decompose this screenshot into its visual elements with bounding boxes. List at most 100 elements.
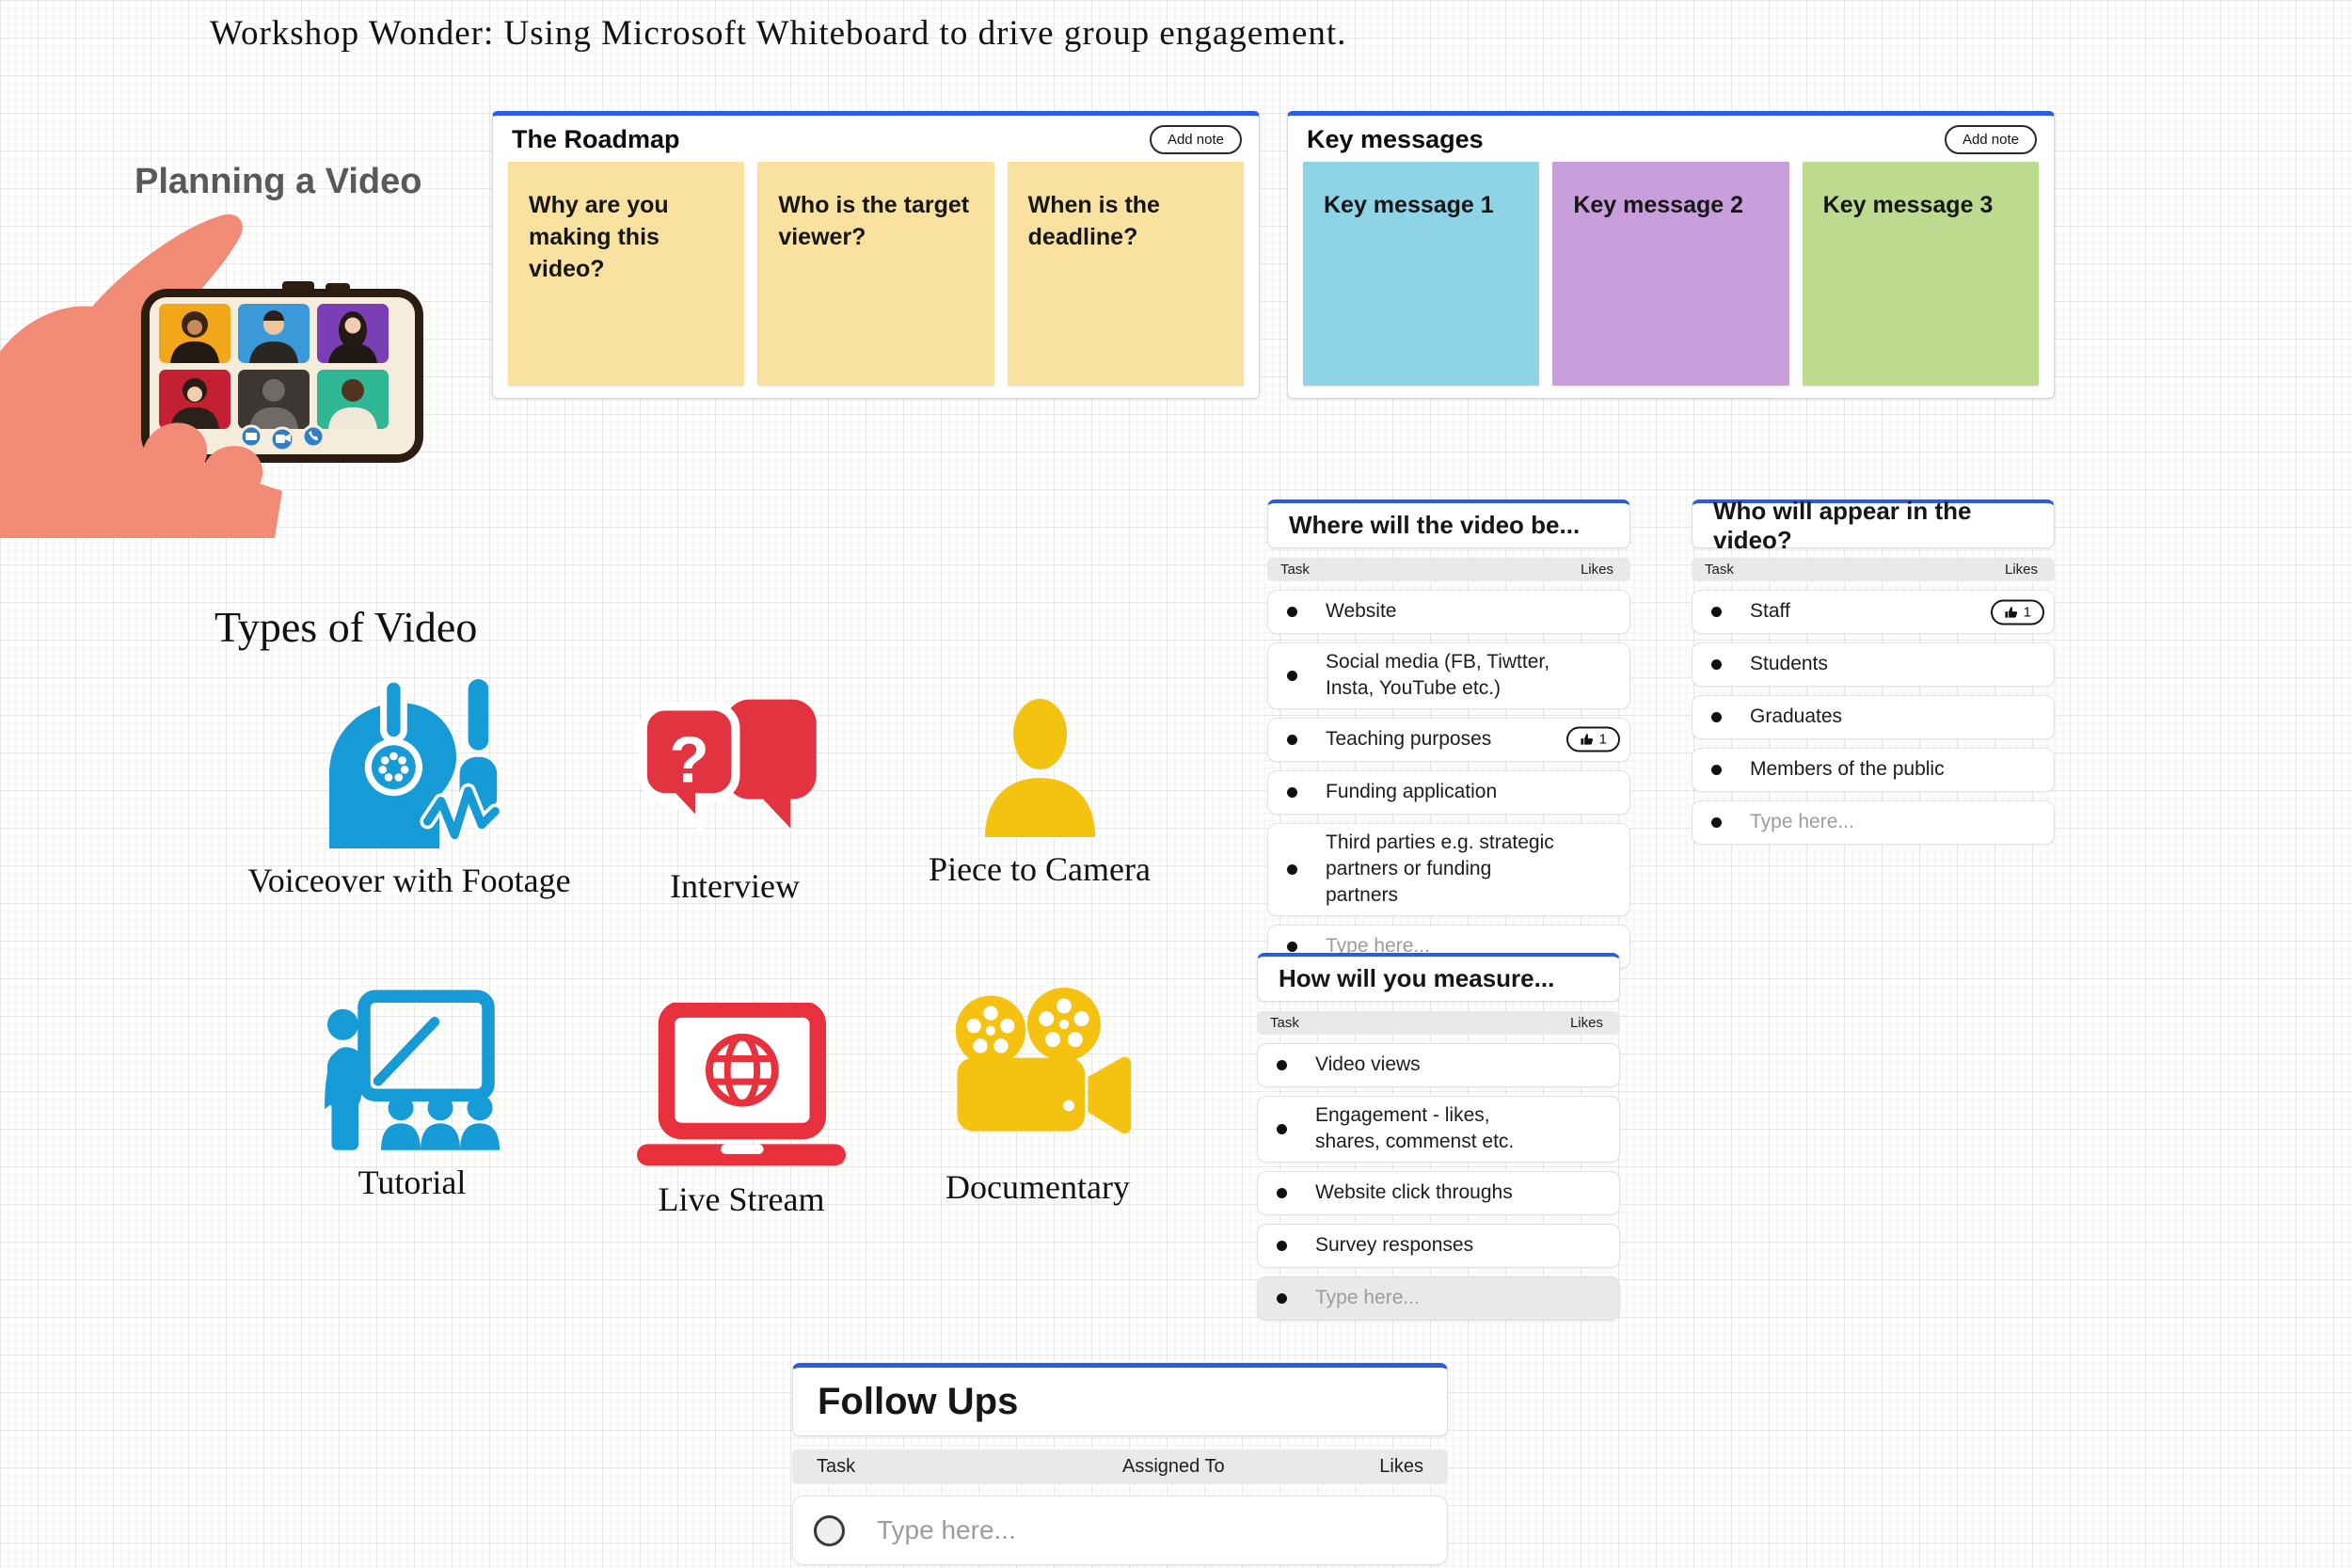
call-tile-2 (238, 304, 310, 363)
sticky-note[interactable]: Why are you making this video? (508, 162, 744, 386)
key-messages-add-note-button[interactable]: Add note (1945, 125, 2037, 154)
person-bust-icon (977, 696, 1104, 837)
task-row[interactable]: Survey responses (1257, 1224, 1620, 1268)
sticky-note[interactable]: Key message 1 (1303, 162, 1539, 386)
like-button[interactable]: 1 (1566, 727, 1620, 752)
bullet-icon (1287, 864, 1297, 875)
task-input-row[interactable]: Type here... (1692, 800, 2055, 845)
call-tile-6 (317, 370, 389, 429)
task-row[interactable]: Members of the public (1692, 748, 2055, 792)
roadmap-add-note-button[interactable]: Add note (1150, 125, 1242, 154)
column-assigned-to: Assigned To (1122, 1456, 1358, 1478)
roadmap-title: The Roadmap (512, 125, 680, 154)
bullet-icon (1711, 712, 1722, 722)
svg-text:?: ? (669, 722, 708, 796)
column-task: Task (1280, 562, 1310, 578)
task-row[interactable]: Staff 1 (1692, 590, 2055, 634)
sticky-note[interactable]: Who is the target viewer? (757, 162, 993, 386)
types-of-video-label: Types of Video (215, 602, 477, 652)
task-list-title: Where will the video be... (1267, 499, 1630, 548)
task-input-row[interactable]: Type here... (1257, 1276, 1620, 1321)
key-messages-panel[interactable]: Key messages Add note Key message 1 Key … (1287, 111, 2055, 399)
bullet-icon (1277, 1124, 1287, 1134)
type-label: Tutorial (299, 1163, 525, 1202)
task-row[interactable]: Third parties e.g. strategic partners or… (1267, 823, 1630, 916)
roadmap-panel[interactable]: The Roadmap Add note Why are you making … (492, 111, 1260, 399)
laptop-globe-icon (630, 1003, 852, 1167)
bullet-icon (1711, 607, 1722, 617)
where-video-task-list[interactable]: Where will the video be... Task Likes We… (1267, 499, 1630, 969)
sticky-note[interactable]: Key message 3 (1803, 162, 2039, 386)
thumbs-up-icon (1580, 733, 1594, 747)
type-tutorial[interactable]: Tutorial (299, 988, 525, 1202)
call-tile-4 (159, 370, 230, 429)
question-bubbles-icon: ? (636, 696, 834, 854)
call-tile-3 (317, 304, 389, 363)
column-likes: Likes (1581, 562, 1613, 578)
type-piece-to-camera[interactable]: Piece to Camera (922, 696, 1157, 889)
measure-task-list[interactable]: How will you measure... Task Likes Video… (1257, 953, 1620, 1321)
type-label: Piece to Camera (922, 849, 1157, 889)
bullet-icon (1277, 1060, 1287, 1070)
task-row[interactable]: Students (1692, 642, 2055, 687)
task-list-title: Who will appear in the video? (1692, 499, 2055, 548)
bullet-icon (1277, 1241, 1287, 1251)
follow-ups-title: Follow Ups (792, 1363, 1448, 1436)
call-tile-5 (238, 370, 310, 429)
voiceover-icon (312, 679, 507, 848)
task-input-row[interactable]: Type here... (792, 1496, 1448, 1565)
bullet-icon (1287, 735, 1297, 745)
who-appear-task-list[interactable]: Who will appear in the video? Task Likes… (1692, 499, 2055, 845)
bullet-icon (1711, 659, 1722, 670)
film-camera-icon (938, 988, 1137, 1155)
call-controls-icons (241, 426, 324, 451)
column-likes: Likes (1570, 1015, 1603, 1031)
thumbs-up-icon (2004, 605, 2018, 619)
key-messages-title: Key messages (1307, 125, 1484, 154)
task-row[interactable]: Video views (1257, 1043, 1620, 1087)
bullet-icon (1287, 607, 1297, 617)
task-list-header: Task Likes (1692, 558, 2055, 581)
task-row[interactable]: Teaching purposes 1 (1267, 718, 1630, 762)
bullet-icon (1287, 671, 1297, 681)
task-row[interactable]: Website (1267, 590, 1630, 634)
type-label: Live Stream (610, 1180, 873, 1219)
task-row[interactable]: Website click throughs (1257, 1171, 1620, 1215)
type-label: Voiceover with Footage (226, 861, 593, 900)
type-live-stream[interactable]: Live Stream (610, 1003, 873, 1219)
column-likes: Likes (2005, 562, 2038, 578)
task-list-title: How will you measure... (1257, 953, 1620, 1002)
bullet-icon (1287, 942, 1297, 952)
whiteboard-canvas[interactable]: Workshop Wonder: Using Microsoft Whitebo… (0, 0, 2352, 1568)
like-button[interactable]: 1 (1991, 599, 2044, 625)
video-call-phone-icon (0, 209, 442, 538)
task-row[interactable]: Engagement - likes, shares, commenst etc… (1257, 1096, 1620, 1163)
type-voiceover[interactable]: Voiceover with Footage (226, 679, 593, 900)
call-tile-1 (159, 304, 230, 363)
type-label: Interview (627, 866, 843, 906)
follow-ups-header: Task Assigned To Likes (792, 1449, 1448, 1484)
task-list-header: Task Likes (1257, 1011, 1620, 1035)
column-task: Task (1705, 562, 1734, 578)
type-documentary[interactable]: Documentary (911, 988, 1165, 1207)
board-title: Workshop Wonder: Using Microsoft Whitebo… (210, 13, 1346, 54)
task-row[interactable]: Social media (FB, Tiwtter, Insta, YouTub… (1267, 642, 1630, 709)
follow-ups-panel[interactable]: Follow Ups Task Assigned To Likes Type h… (792, 1363, 1448, 1565)
task-row[interactable]: Graduates (1692, 695, 2055, 739)
bullet-icon (1287, 787, 1297, 798)
bullet-icon (1711, 817, 1722, 828)
type-interview[interactable]: ? Interview (627, 696, 843, 906)
presenter-board-icon (319, 988, 505, 1150)
bullet-icon (1277, 1188, 1287, 1198)
column-likes: Likes (1358, 1456, 1423, 1478)
hand-phone-illustration[interactable] (0, 209, 442, 543)
bullet-icon (1277, 1293, 1287, 1304)
checkbox-circle-icon[interactable] (814, 1515, 845, 1546)
type-label: Documentary (911, 1167, 1165, 1207)
column-task: Task (817, 1456, 1122, 1478)
task-row[interactable]: Funding application (1267, 770, 1630, 815)
column-task: Task (1270, 1015, 1299, 1031)
sticky-note[interactable]: When is the deadline? (1008, 162, 1244, 386)
sticky-note[interactable]: Key message 2 (1552, 162, 1788, 386)
task-list-header: Task Likes (1267, 558, 1630, 581)
